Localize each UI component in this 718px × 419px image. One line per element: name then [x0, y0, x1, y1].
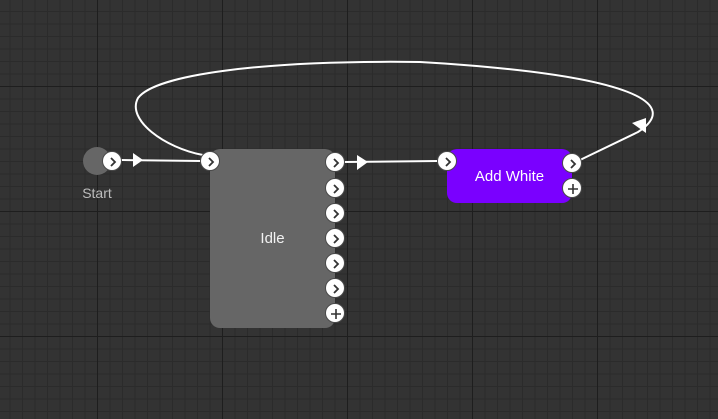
chevron-right-icon: [333, 158, 340, 168]
wire-start-to-idle: [120, 159, 202, 162]
wire-add-white-loop: [134, 60, 654, 161]
plus-icon: [331, 309, 341, 319]
chevron-right-icon: [333, 234, 340, 244]
chevron-right-icon: [333, 209, 340, 219]
chevron-right-icon: [333, 259, 340, 269]
chevron-right-icon: [570, 159, 577, 169]
chevron-right-icon: [445, 157, 452, 167]
start-output-port[interactable]: [102, 151, 122, 171]
plus-icon: [568, 184, 578, 194]
add-white-output-port-1[interactable]: [562, 153, 582, 173]
idle-output-port-5[interactable]: [325, 253, 345, 273]
idle-output-port-1[interactable]: [325, 152, 345, 172]
chevron-right-icon: [333, 284, 340, 294]
add-white-input-port[interactable]: [437, 151, 457, 171]
chevron-right-icon: [333, 184, 340, 194]
wire-idle-arrowhead-icon: [357, 155, 368, 170]
idle-output-port-6[interactable]: [325, 278, 345, 298]
idle-add-port[interactable]: [325, 303, 345, 323]
wire-start-arrowhead-icon: [133, 153, 143, 167]
start-label: Start: [82, 185, 112, 201]
graph-canvas[interactable]: Start Idle Add White: [0, 0, 718, 419]
idle-input-port[interactable]: [200, 151, 220, 171]
chevron-right-icon: [110, 157, 117, 167]
idle-output-port-3[interactable]: [325, 203, 345, 223]
connection-wires: [120, 60, 654, 170]
node-idle-label: Idle: [260, 230, 285, 247]
wire-loop-arrowhead-icon: [632, 118, 646, 133]
idle-output-port-2[interactable]: [325, 178, 345, 198]
node-add-white[interactable]: Add White: [447, 149, 572, 203]
idle-output-port-4[interactable]: [325, 228, 345, 248]
node-idle[interactable]: Idle: [210, 149, 335, 328]
add-white-add-port[interactable]: [562, 178, 582, 198]
node-add-white-label: Add White: [474, 167, 545, 185]
wire-idle-to-add-white: [343, 160, 439, 163]
chevron-right-icon: [208, 157, 215, 167]
